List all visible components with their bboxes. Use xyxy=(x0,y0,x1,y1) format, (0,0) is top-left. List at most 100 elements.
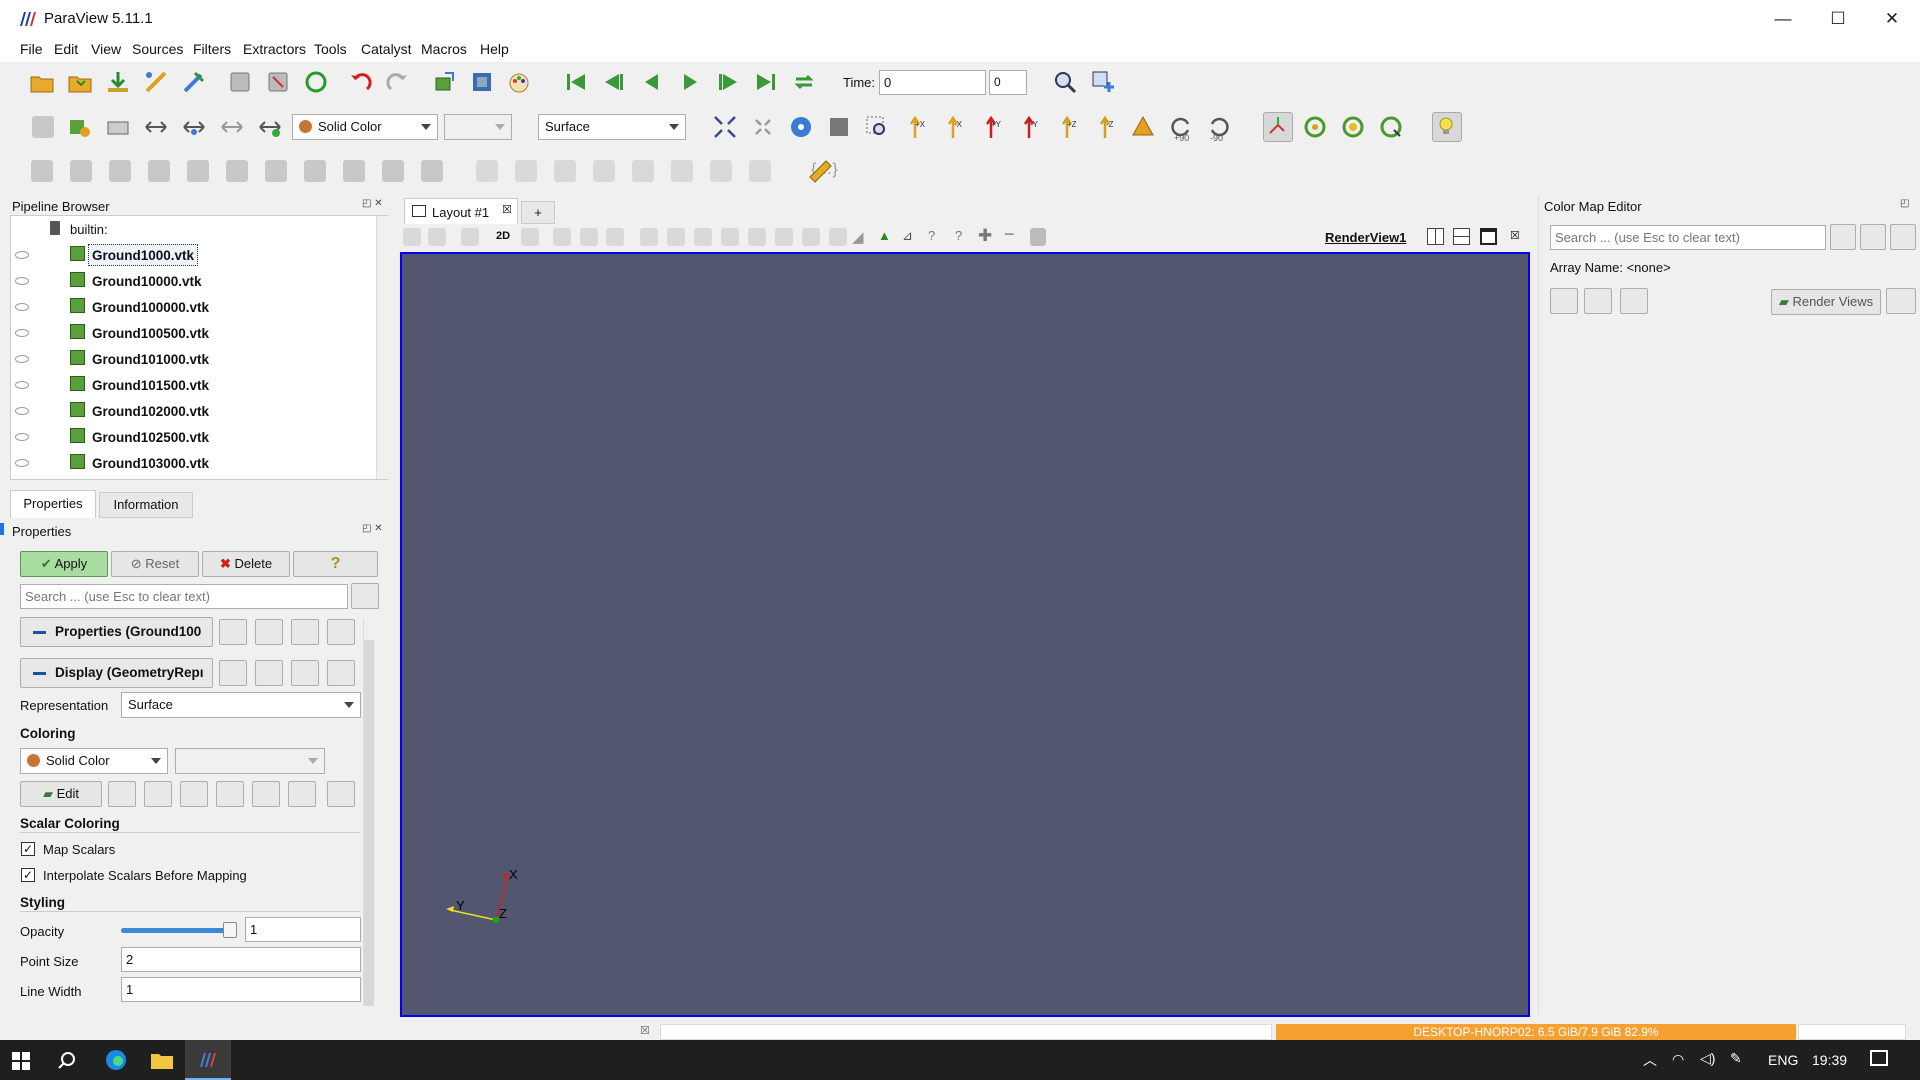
rescale-temporal-icon[interactable] xyxy=(219,114,245,140)
colormap-settings-gear-icon[interactable] xyxy=(1830,224,1856,250)
rescale-custom-range-icon[interactable] xyxy=(180,781,208,807)
edit-colormap-button[interactable]: ▰ Edit xyxy=(20,781,102,807)
calculator-icon[interactable] xyxy=(31,160,53,182)
histogram-icon[interactable] xyxy=(554,160,576,182)
python-calculator-icon[interactable] xyxy=(749,160,771,182)
close-view-icon[interactable]: ☒ xyxy=(1510,229,1520,242)
opacity-input[interactable]: 1 xyxy=(245,917,361,942)
section-display-header[interactable]: Display (GeometryRepı xyxy=(20,658,213,688)
map-scalars-checkbox[interactable]: ✓ xyxy=(21,842,35,856)
interpolate-scalars-checkbox[interactable]: ✓ xyxy=(21,868,35,882)
colormap-import-icon[interactable] xyxy=(1620,288,1648,314)
pipeline-item[interactable]: Ground102500.vtk xyxy=(92,430,209,445)
server-icon[interactable] xyxy=(227,69,253,95)
add-selection-icon[interactable]: ✚ xyxy=(978,226,992,246)
language-indicator[interactable]: ENG xyxy=(1768,1052,1798,1068)
subtract-selection-icon[interactable]: − xyxy=(1004,224,1015,245)
help-button[interactable]: ? xyxy=(293,551,378,577)
maximize-button[interactable]: ☐ xyxy=(1808,0,1868,38)
loop-icon[interactable] xyxy=(791,69,817,95)
menu-filters[interactable]: Filters xyxy=(193,41,231,57)
pick-center-toggle-icon[interactable] xyxy=(1378,114,1404,140)
network-icon[interactable]: ◠ xyxy=(1672,1051,1684,1068)
paraview-taskbar-button[interactable] xyxy=(185,1040,231,1080)
rescale-custom-icon[interactable] xyxy=(181,114,207,140)
extract-subset-icon[interactable] xyxy=(226,160,248,182)
interaction-mode-icon[interactable] xyxy=(32,116,54,138)
warp-vector-icon[interactable] xyxy=(343,160,365,182)
separate-colormap-icon[interactable] xyxy=(327,781,355,807)
tab-properties[interactable]: Properties xyxy=(10,490,96,518)
pen-icon[interactable]: ✎ xyxy=(1730,1050,1742,1067)
visibility-eye-icon[interactable] xyxy=(15,329,29,337)
pipeline-float-close-icons[interactable]: ◰ ✕ xyxy=(362,198,383,209)
coloring-dropdown[interactable]: Solid Color xyxy=(20,748,168,774)
reverse-play-icon[interactable] xyxy=(639,69,665,95)
plot-selection-icon[interactable] xyxy=(632,160,654,182)
properties-search-input[interactable]: Search ... (use Esc to clear text) xyxy=(20,584,348,609)
camera-undo-icon[interactable] xyxy=(431,69,457,95)
shrink-selection-icon[interactable] xyxy=(829,228,847,246)
section-properties-header[interactable]: Properties (Ground100 xyxy=(20,617,213,647)
color-edit-icon[interactable] xyxy=(67,114,93,140)
rescale-range-icon[interactable] xyxy=(144,781,172,807)
rescale-visible-range-icon[interactable] xyxy=(216,781,244,807)
visibility-eye-icon[interactable] xyxy=(15,277,29,285)
coloring-component-dropdown[interactable] xyxy=(175,748,325,774)
undo-icon[interactable] xyxy=(347,69,373,95)
menu-extractors[interactable]: Extractors xyxy=(243,41,306,57)
visibility-eye-icon[interactable] xyxy=(15,407,29,415)
plot-over-time-icon[interactable] xyxy=(671,160,693,182)
view-minus-y-icon[interactable]: -Y xyxy=(1016,114,1042,140)
select-cells-surface-icon[interactable] xyxy=(553,228,571,246)
visibility-eye-icon[interactable] xyxy=(15,303,29,311)
paste-icon[interactable] xyxy=(255,660,283,686)
render-view[interactable] xyxy=(400,252,1530,1017)
colormap-search-input[interactable]: Search ... (use Esc to clear text) xyxy=(1550,225,1826,250)
camera-redo-icon[interactable] xyxy=(469,69,495,95)
pipeline-item[interactable]: Ground101500.vtk xyxy=(92,378,209,393)
layout-tab-close-icon[interactable]: ☒ xyxy=(502,203,512,216)
menu-sources[interactable]: Sources xyxy=(132,41,183,57)
visibility-eye-icon[interactable] xyxy=(15,355,29,363)
clip-icon[interactable] xyxy=(109,160,131,182)
pipeline-item[interactable]: Ground10000.vtk xyxy=(92,274,202,289)
point-size-input[interactable]: 2 xyxy=(121,947,361,972)
point-labels-icon[interactable]: ⊿ xyxy=(902,228,913,244)
cell-labels-icon[interactable]: ? xyxy=(928,228,935,243)
select-points-surface-icon[interactable] xyxy=(580,228,598,246)
find-data-icon[interactable]: ▲ xyxy=(878,228,891,243)
opacity-slider-handle[interactable] xyxy=(223,922,238,938)
isometric-view-icon[interactable] xyxy=(1130,114,1156,140)
clear-selection-icon[interactable] xyxy=(1030,228,1046,246)
menu-view[interactable]: View xyxy=(91,41,121,57)
refresh-icon[interactable] xyxy=(291,619,319,645)
show-colorbar-icon[interactable] xyxy=(252,781,280,807)
pipeline-item[interactable]: Ground100000.vtk xyxy=(92,300,209,315)
view-minus-z-icon[interactable]: -Z xyxy=(1092,114,1118,140)
reset-button[interactable]: ⊘ Reset xyxy=(111,551,199,577)
first-frame-icon[interactable] xyxy=(563,69,589,95)
threshold-icon[interactable] xyxy=(187,160,209,182)
view-plus-z-icon[interactable]: +Z xyxy=(1054,114,1080,140)
apply-button[interactable]: ✔ Apply xyxy=(20,551,108,577)
rescale-data-range-icon[interactable] xyxy=(143,114,169,140)
interactive-select-icon[interactable] xyxy=(694,228,712,246)
hover-cells-icon[interactable] xyxy=(775,228,793,246)
zoom-box-icon[interactable] xyxy=(864,114,890,140)
rescale-visible-icon[interactable] xyxy=(257,114,283,140)
visibility-eye-icon[interactable] xyxy=(15,381,29,389)
2d-3d-toggle-button[interactable]: 2D xyxy=(496,230,510,242)
close-button[interactable]: ✕ xyxy=(1862,0,1920,38)
view-plus-x-icon[interactable]: +X xyxy=(902,114,928,140)
memory-usage-bar[interactable]: DESKTOP-HNORP02: 6.5 GiB/7.9 GiB 82.9% xyxy=(1276,1024,1796,1040)
render-views-button[interactable]: ▰ Render Views xyxy=(1771,289,1881,315)
properties-scrollbar-thumb[interactable] xyxy=(364,640,374,1006)
menu-edit[interactable]: Edit xyxy=(54,41,78,57)
extract-level-icon[interactable] xyxy=(421,160,443,182)
menu-catalyst[interactable]: Catalyst xyxy=(361,41,412,57)
pipeline-scrollbar[interactable] xyxy=(376,216,388,479)
save-icon[interactable] xyxy=(327,619,355,645)
layout-tab[interactable]: Layout #1 ☒ xyxy=(404,198,518,224)
reset-range-icon[interactable] xyxy=(105,114,131,140)
